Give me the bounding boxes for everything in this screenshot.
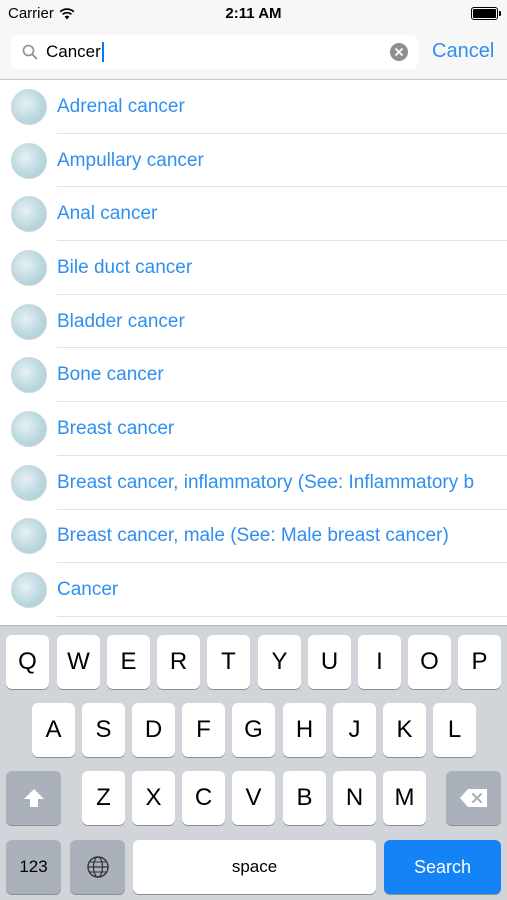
text-caret [101, 42, 104, 62]
search-icon [22, 44, 38, 60]
search-query-wrap: Cancer [46, 42, 104, 62]
anatomy-thumbnail-icon [11, 572, 47, 609]
status-bar: Carrier 2:11 AM [0, 0, 507, 28]
key-l[interactable]: L [433, 703, 476, 757]
list-item[interactable]: Bone cancer [0, 348, 507, 402]
anatomy-thumbnail-icon [11, 357, 47, 394]
key-b[interactable]: B [283, 771, 326, 825]
search-key[interactable]: Search [384, 840, 501, 894]
backspace-icon [459, 789, 487, 807]
anatomy-thumbnail-icon [11, 410, 47, 447]
key-r[interactable]: R [157, 635, 200, 689]
status-time: 2:11 AM [225, 5, 282, 22]
keyboard: Q W E R T Y U I O P A S D F G H J K L Z … [0, 625, 507, 900]
key-f[interactable]: F [182, 703, 225, 757]
key-e[interactable]: E [107, 635, 150, 689]
key-a[interactable]: A [32, 703, 75, 757]
key-x[interactable]: X [132, 771, 175, 825]
list-item-label: Bone cancer [57, 364, 164, 386]
clear-icon[interactable] [390, 43, 408, 61]
list-item[interactable]: Breast cancer, inflammatory (See: Inflam… [0, 456, 507, 510]
list-item-label: Anal cancer [57, 203, 158, 225]
key-w[interactable]: W [57, 635, 100, 689]
key-v[interactable]: V [232, 771, 275, 825]
list-item[interactable]: Breast cancer, male (See: Male breast ca… [0, 510, 507, 564]
list-item[interactable]: Bladder cancer [0, 295, 507, 349]
key-q[interactable]: Q [6, 635, 49, 689]
search-query: Cancer [46, 42, 101, 61]
list-item[interactable]: Anal cancer [0, 187, 507, 241]
key-s[interactable]: S [82, 703, 125, 757]
anatomy-thumbnail-icon [11, 464, 47, 501]
key-h[interactable]: H [283, 703, 326, 757]
key-c[interactable]: C [182, 771, 225, 825]
key-y[interactable]: Y [258, 635, 301, 689]
key-j[interactable]: J [333, 703, 376, 757]
anatomy-thumbnail-icon [11, 196, 47, 233]
key-t[interactable]: T [207, 635, 250, 689]
space-key[interactable]: space [133, 840, 376, 894]
key-u[interactable]: U [308, 635, 351, 689]
list-item[interactable]: Cancer [0, 563, 507, 617]
cancel-button[interactable]: Cancel [432, 40, 494, 63]
globe-key[interactable] [70, 840, 125, 894]
globe-icon [86, 856, 109, 878]
anatomy-thumbnail-icon [11, 88, 47, 125]
battery-icon [471, 7, 501, 20]
list-item-label: Cancer [57, 579, 119, 601]
list-item-label: Bladder cancer [57, 310, 185, 332]
shift-key[interactable] [6, 771, 61, 825]
list-item-label: Bile duct cancer [57, 256, 193, 278]
list-item-label: Breast cancer, male (See: Male breast ca… [57, 525, 449, 547]
list-item[interactable]: Breast cancer [0, 402, 507, 456]
list-item-label: Breast cancer, inflammatory (See: Inflam… [57, 471, 475, 493]
key-i[interactable]: I [358, 635, 401, 689]
search-input[interactable]: Cancer [11, 35, 418, 69]
key-m[interactable]: M [383, 771, 426, 825]
search-bar: Cancer Cancel [0, 28, 507, 80]
key-g[interactable]: G [232, 703, 275, 757]
anatomy-thumbnail-icon [11, 303, 47, 340]
battery-level [473, 9, 496, 18]
backspace-key[interactable] [446, 771, 501, 825]
list-item-label: Adrenal cancer [57, 95, 185, 117]
list-item[interactable]: Bile duct cancer [0, 241, 507, 295]
anatomy-thumbnail-icon [11, 249, 47, 286]
key-d[interactable]: D [132, 703, 175, 757]
key-p[interactable]: P [458, 635, 501, 689]
anatomy-thumbnail-icon [11, 518, 47, 555]
key-o[interactable]: O [408, 635, 451, 689]
key-n[interactable]: N [333, 771, 376, 825]
key-z[interactable]: Z [82, 771, 125, 825]
list-item-label: Breast cancer [57, 417, 175, 439]
results-list: Adrenal cancer Ampullary cancer Anal can… [0, 80, 507, 625]
list-item[interactable]: Ampullary cancer [0, 134, 507, 188]
list-item[interactable]: Adrenal cancer [0, 80, 507, 134]
list-item-label: Ampullary cancer [57, 149, 204, 171]
shift-arrow-icon [23, 789, 44, 807]
anatomy-thumbnail-icon [11, 142, 47, 179]
key-k[interactable]: K [383, 703, 426, 757]
numbers-key[interactable]: 123 [6, 840, 61, 894]
close-icon [395, 48, 403, 56]
